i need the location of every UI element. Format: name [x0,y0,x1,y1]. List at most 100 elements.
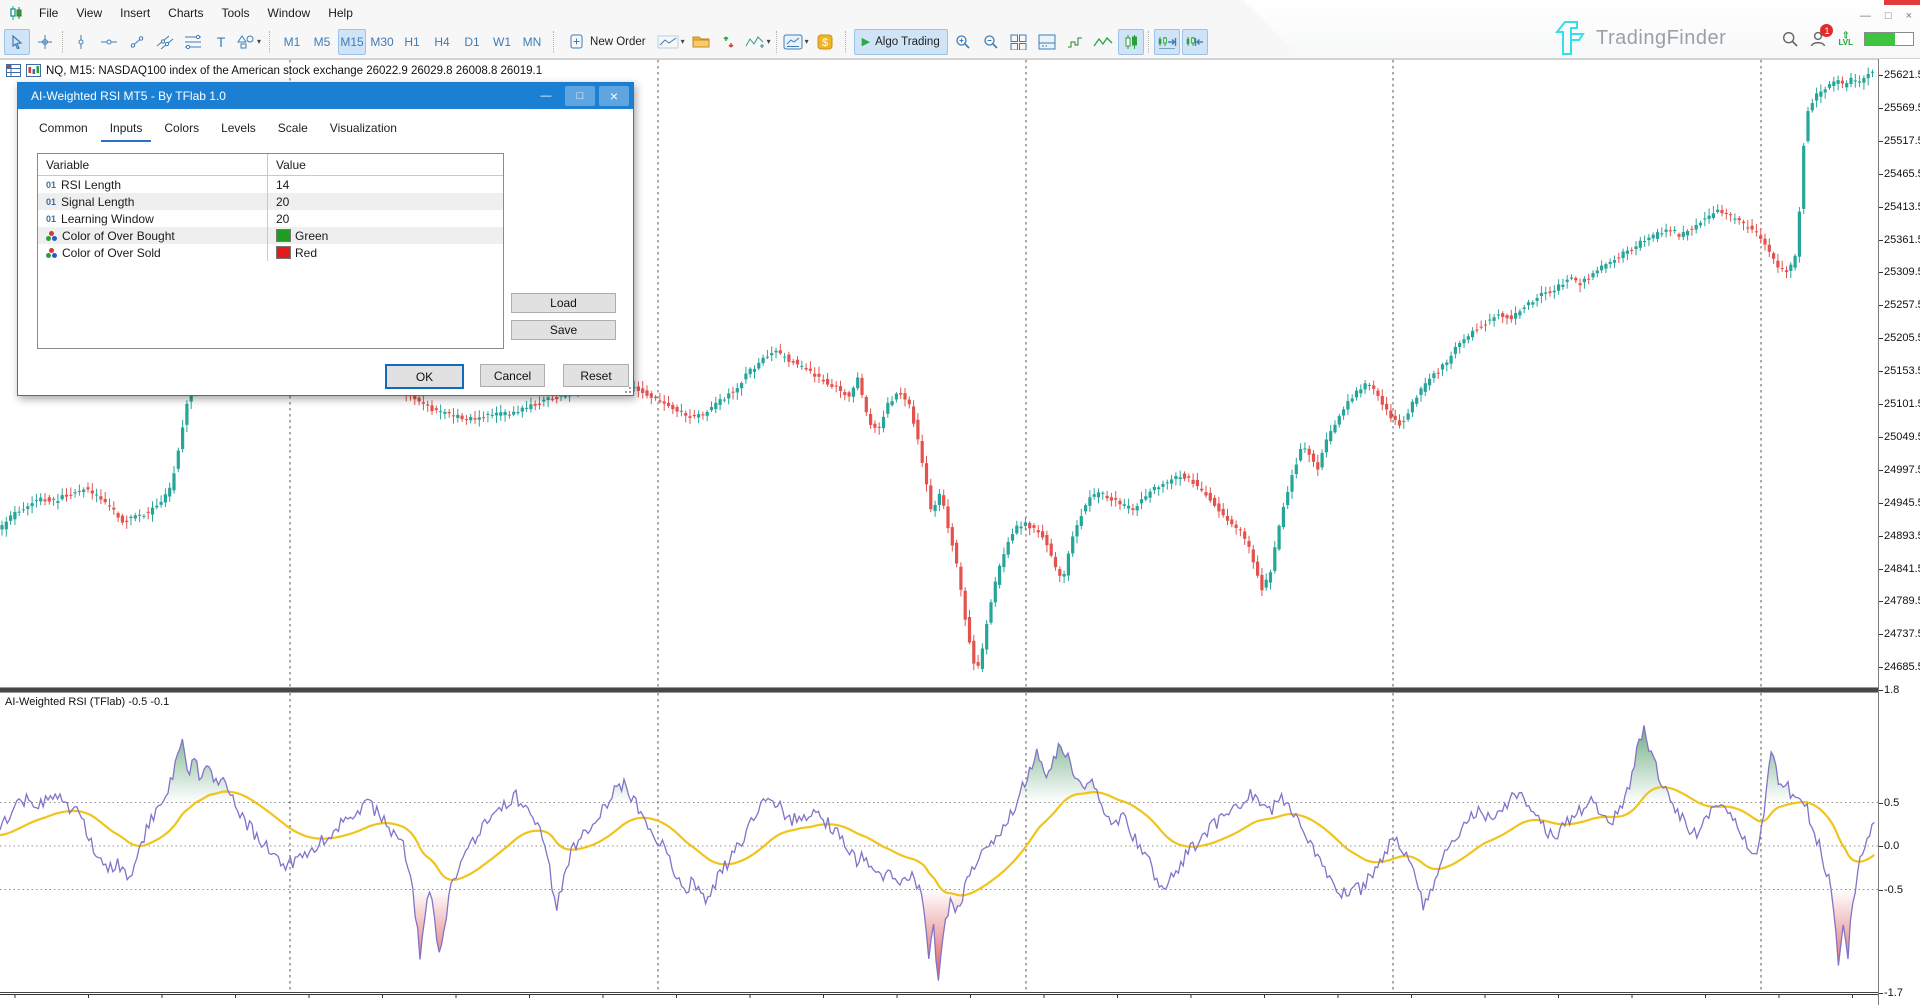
timeframe-button-m30[interactable]: M30 [368,29,396,55]
dialog-tab-colors[interactable]: Colors [155,117,208,142]
candle-body [1579,283,1582,285]
dialog-close-button[interactable]: × [599,86,629,106]
dialog-resize-grip[interactable] [621,383,631,393]
ok-button[interactable]: OK [385,364,464,389]
candle-body [1007,542,1010,555]
symbols-button[interactable]: $ [812,29,838,55]
horizontal-line-tool-button[interactable] [96,29,122,55]
menu-item-help[interactable]: Help [319,2,362,24]
inputs-table[interactable]: Variable Value 01RSI Length1401Signal Le… [37,153,504,349]
profiles-button[interactable] [688,29,714,55]
candle-body [1351,399,1354,402]
dialog-minimize-button[interactable]: — [531,86,561,106]
zoom-in-button[interactable] [950,29,976,55]
channel-tool-button[interactable] [152,29,178,55]
chart-type-button[interactable]: ▾ [656,29,686,55]
indicator-wave-icon [745,34,765,50]
new-order-button[interactable]: New Order [562,29,654,55]
timeframe-button-m5[interactable]: M5 [308,29,336,55]
dialog-maximize-button[interactable]: □ [565,86,595,106]
auto-scroll-button[interactable] [1182,29,1208,55]
candle-body [1871,72,1874,73]
dialog-tab-levels[interactable]: Levels [212,117,265,142]
shapes-tool-button[interactable]: ▾ [236,29,262,55]
crosshair-tool-button[interactable] [32,29,58,55]
fibonacci-tool-button[interactable] [180,29,206,55]
timeframe-button-m1[interactable]: M1 [278,29,306,55]
timeframe-button-h4[interactable]: H4 [428,29,456,55]
dialog-tab-common[interactable]: Common [30,117,97,142]
input-row-learning-window[interactable]: 01Learning Window20 [38,210,503,227]
dialog-tab-visualization[interactable]: Visualization [321,117,406,142]
candle-body [1136,506,1139,510]
price-tick [1879,174,1883,175]
buy-sell-arrows-button[interactable] [716,29,742,55]
candle-body [1583,279,1586,282]
input-row-color-of-over-sold[interactable]: Color of Over SoldRed [38,244,503,261]
indicator-surface[interactable] [0,693,1878,993]
input-row-signal-length[interactable]: 01Signal Length20 [38,193,503,210]
timeframe-button-w1[interactable]: W1 [488,29,516,55]
chart-title-row: NQ, M15: NASDAQ100 index of the American… [6,64,542,77]
depth-of-market-button[interactable] [1034,29,1060,55]
reset-button[interactable]: Reset [563,364,629,387]
vertical-line-tool-button[interactable] [68,29,94,55]
menu-item-tools[interactable]: Tools [213,2,259,24]
step-scale-button[interactable] [1062,29,1088,55]
candle-body [1673,230,1676,231]
cursor-tool-button[interactable] [4,29,30,55]
menu-item-charts[interactable]: Charts [159,2,212,24]
price-tick [1879,634,1883,635]
zigzag-button[interactable] [1090,29,1116,55]
candle-body [1505,315,1508,318]
shift-end-button[interactable] [1154,29,1180,55]
window-minimize-button[interactable]: — [1860,10,1871,22]
timeframe-button-h1[interactable]: H1 [398,29,426,55]
account-button[interactable]: 1 [1809,30,1827,48]
trendline-tool-button[interactable] [124,29,150,55]
input-row-rsi-length[interactable]: 01RSI Length14 [38,176,503,193]
price-axis[interactable]: 25621.525569.525517.525465.525413.525361… [1878,59,1920,1005]
candlestick-mode-button[interactable] [1118,29,1144,55]
candle-body [1712,213,1715,218]
input-row-color-of-over-bought[interactable]: Color of Over BoughtGreen [38,227,503,244]
candle-body [938,494,941,505]
candle-body [1063,574,1066,577]
menu-item-view[interactable]: View [67,2,111,24]
candle-body [1652,235,1655,238]
price-axis-label: 24945.5 [1884,497,1920,509]
candle-body [1789,265,1792,271]
menu-item-insert[interactable]: Insert [111,2,159,24]
candle-body [473,418,476,419]
window-close-button[interactable]: × [1906,10,1912,22]
text-tool-button[interactable]: T [208,29,234,55]
candle-body [1441,364,1444,369]
indicator-panel[interactable]: AI-Weighted RSI (TFlab) -0.5 -0.1 [0,693,1878,993]
timeframe-button-mn[interactable]: MN [518,29,546,55]
load-button[interactable]: Load [511,293,616,313]
candle-body [1252,549,1255,562]
candle-body [456,415,459,418]
dialog-tab-scale[interactable]: Scale [269,117,317,142]
save-button[interactable]: Save [511,320,616,340]
time-axis[interactable] [0,993,1878,1005]
menu-item-window[interactable]: Window [259,2,320,24]
timeframe-button-m15[interactable]: M15 [338,29,366,55]
candle-body [1058,569,1061,576]
candle-body [826,379,829,385]
window-restore-button[interactable]: □ [1885,10,1892,22]
price-axis-label: 24893.5 [1884,530,1920,542]
algo-trading-button[interactable]: ▶ Algo Trading [854,29,948,55]
cancel-button[interactable]: Cancel [480,364,545,387]
chart-window-button[interactable]: ▾ [782,29,810,55]
search-icon[interactable] [1782,31,1798,47]
dialog-title-bar[interactable]: AI-Weighted RSI MT5 - By TFlab 1.0 — □ × [18,83,633,109]
zoom-out-button[interactable] [978,29,1004,55]
candle-body [1467,336,1470,339]
tile-windows-button[interactable] [1006,29,1032,55]
dialog-tab-inputs[interactable]: Inputs [101,117,152,142]
indicators-button[interactable]: ▾ [744,29,772,55]
timeframe-button-d1[interactable]: D1 [458,29,486,55]
menu-item-file[interactable]: File [30,2,67,24]
candle-body [1424,383,1427,392]
